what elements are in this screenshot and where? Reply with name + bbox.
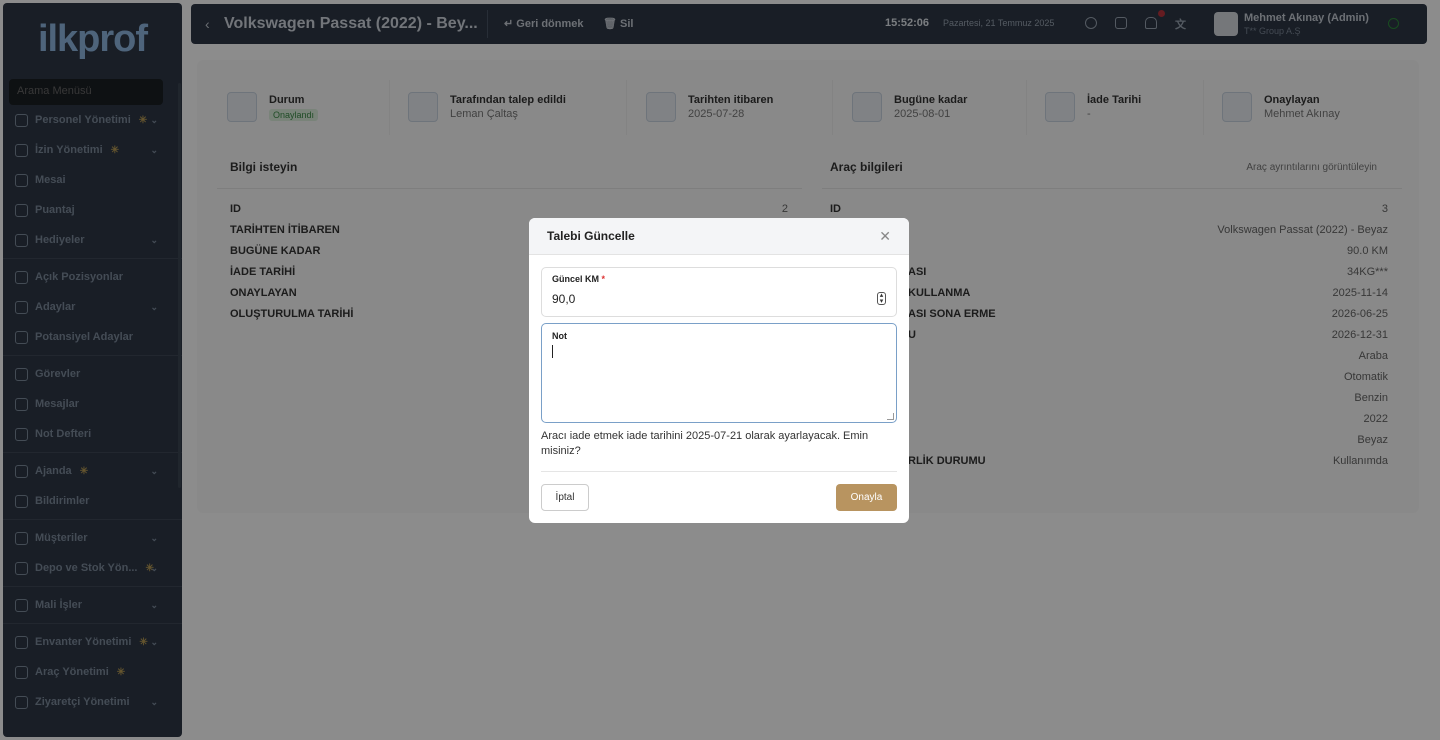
update-request-modal: Talebi Güncelle ✕ Güncel KM * ▴▾ Not Ara…: [529, 218, 909, 523]
confirm-button[interactable]: Onayla: [836, 484, 897, 511]
modal-title: Talebi Güncelle: [547, 229, 635, 243]
modal-header: Talebi Güncelle ✕: [529, 218, 909, 255]
km-label-text: Güncel KM: [552, 274, 600, 284]
divider: [541, 471, 897, 472]
number-stepper-icon[interactable]: ▴ ▾: [877, 292, 886, 305]
confirmation-message: Aracı iade etmek iade tarihini 2025-07-2…: [541, 430, 869, 457]
text-cursor: [552, 345, 553, 358]
current-km-input[interactable]: [552, 292, 852, 306]
field-label: Güncel KM *: [552, 274, 605, 284]
cancel-button[interactable]: İptal: [541, 484, 589, 511]
current-km-field[interactable]: Güncel KM * ▴▾: [541, 267, 897, 317]
required-mark: *: [601, 274, 606, 284]
note-label: Not: [552, 331, 567, 341]
note-field[interactable]: Not: [541, 323, 897, 423]
close-icon[interactable]: ✕: [879, 228, 891, 245]
resize-handle-icon[interactable]: [887, 413, 894, 420]
